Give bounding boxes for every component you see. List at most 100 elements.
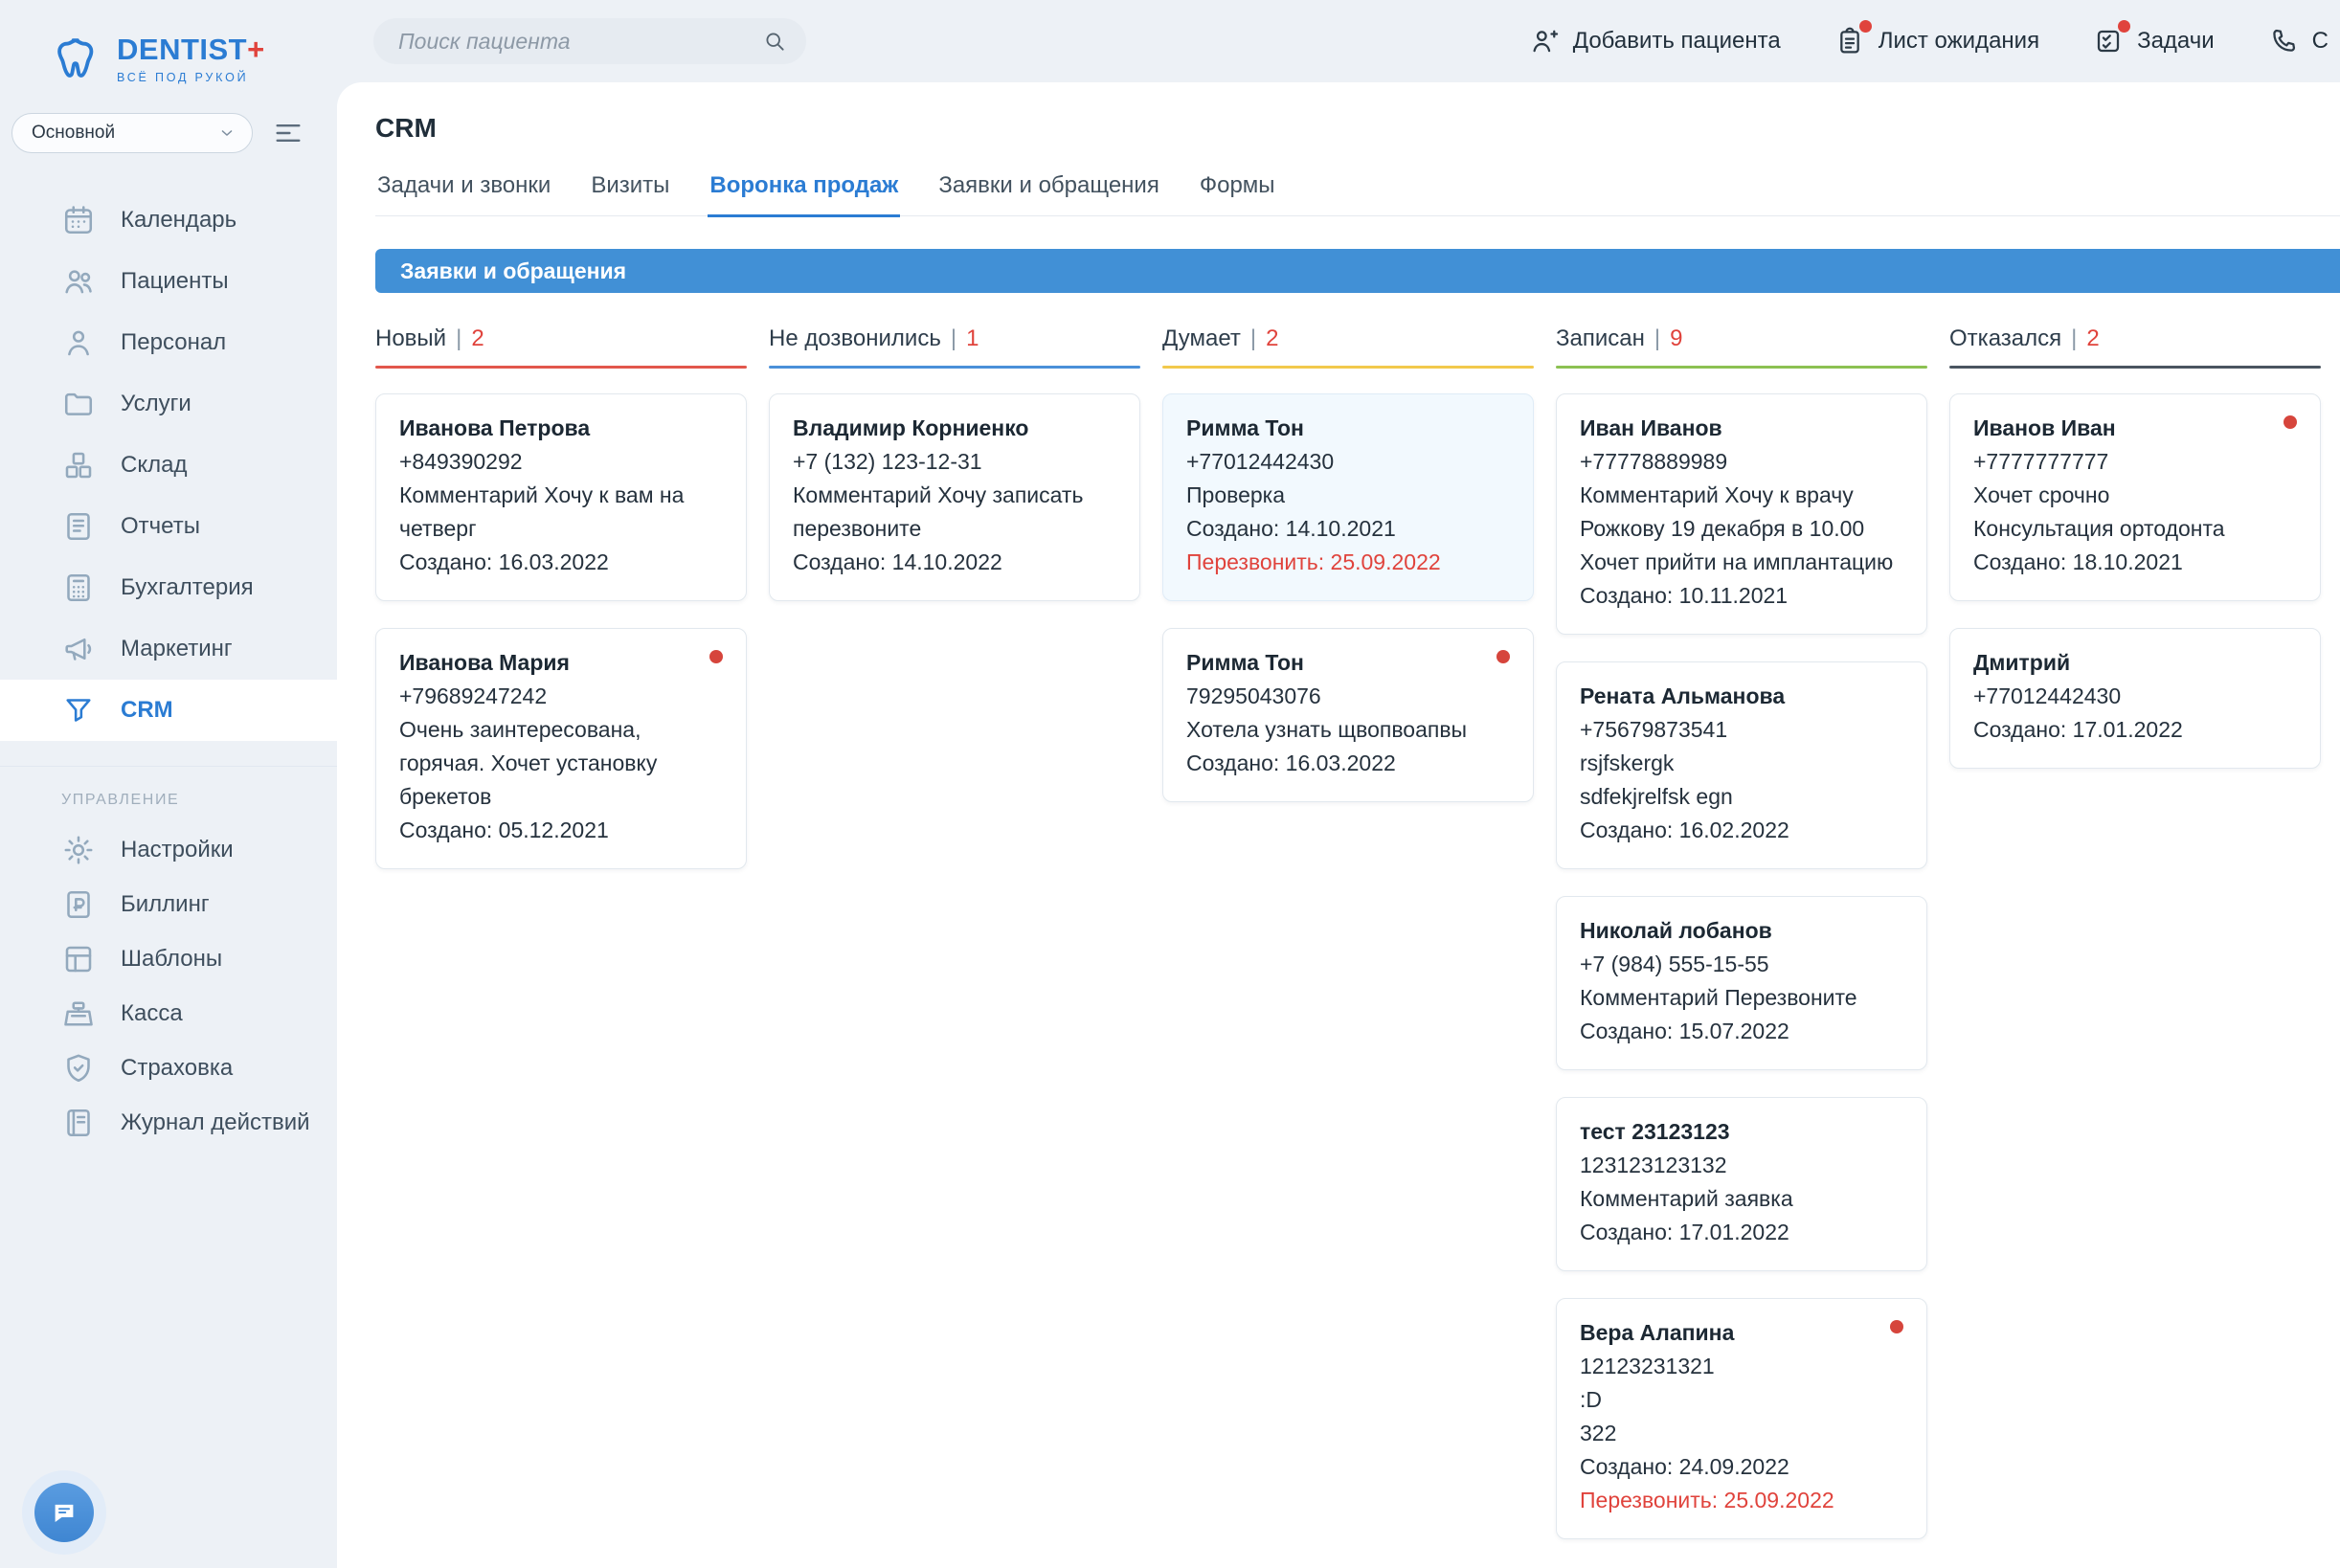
sidebar-collapse-icon[interactable] <box>272 117 304 149</box>
chat-button[interactable] <box>34 1483 94 1542</box>
tabs: Задачи и звонки Визиты Воронка продаж Заявк… <box>375 172 2340 216</box>
sidebar-item-journal[interactable]: Журнал действий <box>0 1095 337 1150</box>
lead-card[interactable]: Иванова Петрова+849390292Комментарий Хоч… <box>375 393 747 601</box>
column-name: Записан <box>1556 325 1645 352</box>
settings-icon <box>61 833 96 867</box>
topbar-action-label: Лист ожидания <box>1879 28 2039 55</box>
sidebar-item-label: Настройки <box>121 837 234 863</box>
sidebar-item-services[interactable]: Услуги <box>0 373 337 435</box>
lead-card[interactable]: Рената Альманова+75679873541rsjfskergksd… <box>1556 661 1927 869</box>
lead-name: Дмитрий <box>1973 646 2297 680</box>
column-header: Записан|9 <box>1556 325 1927 352</box>
lead-card[interactable]: Дмитрий+77012442430Создано: 17.01.2022 <box>1949 628 2321 769</box>
lead-card[interactable]: Римма Тон79295043076Хотела узнать щвопво… <box>1162 628 1534 802</box>
sidebar-item-label: Биллинг <box>121 891 210 918</box>
column-cards: Владимир Корниенко+7 (132) 123-12-31Комм… <box>769 393 1140 601</box>
lead-name: Иванова Мария <box>399 646 723 680</box>
lead-name: Рената Альманова <box>1580 680 1903 713</box>
lead-callback: Перезвонить: 25.09.2022 <box>1580 1484 1903 1517</box>
patient-search <box>373 18 806 64</box>
chevron-down-icon <box>217 123 236 143</box>
lead-line: Создано: 24.09.2022 <box>1580 1450 1903 1484</box>
lead-line: +7 (132) 123-12-31 <box>793 445 1116 479</box>
sidebar-item-label: Журнал действий <box>121 1109 310 1136</box>
board-header: Заявки и обращения <box>375 249 2340 293</box>
search-input[interactable] <box>398 29 762 55</box>
search-icon[interactable] <box>762 29 787 54</box>
sidebar-item-staff[interactable]: Персонал <box>0 312 337 373</box>
sidebar-item-label: Персонал <box>121 329 226 356</box>
column-underline <box>1949 366 2321 369</box>
lead-line: Создано: 16.02.2022 <box>1580 814 1903 847</box>
waiting-list-icon-wrap <box>1834 26 1865 56</box>
page-title: CRM <box>337 82 2340 144</box>
tab-forms[interactable]: Формы <box>1198 172 1277 217</box>
lead-card[interactable]: Владимир Корниенко+7 (132) 123-12-31Комм… <box>769 393 1140 601</box>
kanban-board: Новый|2 Иванова Петрова+849390292Коммента… <box>375 325 2340 1539</box>
branch-select[interactable]: Основной <box>11 113 253 153</box>
lead-card[interactable]: Римма Тон+77012442430ПроверкаСоздано: 14… <box>1162 393 1534 601</box>
sidebar-item-warehouse[interactable]: Склад <box>0 435 337 496</box>
lead-card[interactable]: Иван Иванов+77778889989Комментарий Хочу … <box>1556 393 1927 635</box>
phone-icon <box>2268 26 2299 56</box>
brand-name: DENTIST+ <box>117 33 265 67</box>
sidebar-item-calendar[interactable]: Календарь <box>0 190 337 251</box>
sidebar-item-billing[interactable]: Биллинг <box>0 877 337 931</box>
lead-line: Комментарий Хочу к врачу Рожкову 19 дека… <box>1580 479 1903 546</box>
column-count: 1 <box>966 325 979 352</box>
sidebar-item-reports[interactable]: Отчеты <box>0 496 337 557</box>
notification-dot <box>1859 20 1872 33</box>
sidebar-item-insurance[interactable]: Страховка <box>0 1041 337 1095</box>
column-name: Не дозвонились <box>769 325 941 352</box>
templates-icon <box>61 942 96 976</box>
column-separator: | <box>2071 325 2077 352</box>
sidebar-item-cashbox[interactable]: Касса <box>0 986 337 1041</box>
column-separator: | <box>456 325 461 352</box>
sidebar-item-accounting[interactable]: Бухгалтерия <box>0 557 337 618</box>
sidebar-item-label: Касса <box>121 1000 183 1027</box>
column-cards: Иванова Петрова+849390292Комментарий Хоч… <box>375 393 747 869</box>
sidebar-item-settings[interactable]: Настройки <box>0 822 337 877</box>
lead-line: Создано: 17.01.2022 <box>1973 713 2297 747</box>
topbar-action-add-patient[interactable]: Добавить пациента <box>1529 26 1781 56</box>
sidebar-item-marketing[interactable]: Маркетинг <box>0 618 337 680</box>
tab-requests[interactable]: Заявки и обращения <box>936 172 1161 217</box>
tasks-icon-wrap <box>2093 26 2124 56</box>
topbar-action-waiting-list[interactable]: Лист ожидания <box>1834 26 2039 56</box>
cashbox-icon <box>61 997 96 1031</box>
lead-line: 123123123132 <box>1580 1149 1903 1182</box>
column-name: Отказался <box>1949 325 2061 352</box>
calls-icon-wrap <box>2268 26 2299 56</box>
sidebar-item-crm[interactable]: CRM <box>0 680 337 741</box>
column-separator: | <box>1654 325 1660 352</box>
lead-card[interactable]: Николай лобанов+7 (984) 555-15-55Коммент… <box>1556 896 1927 1070</box>
sidebar-divider <box>0 766 337 767</box>
sidebar-item-label: Пациенты <box>121 268 229 295</box>
lead-name: Римма Тон <box>1186 412 1510 445</box>
tab-funnel[interactable]: Воронка продаж <box>708 172 900 217</box>
calendar-icon <box>61 203 96 237</box>
main-panel: CRM Задачи и звонкиВизитыВоронка продажЗ… <box>337 82 2340 1568</box>
column-underline <box>1556 366 1927 369</box>
lead-line: Создано: 05.12.2021 <box>399 814 723 847</box>
tab-tasks-calls[interactable]: Задачи и звонки <box>375 172 552 217</box>
sidebar-item-templates[interactable]: Шаблоны <box>0 931 337 986</box>
topbar-action-tasks[interactable]: Задачи <box>2093 26 2215 56</box>
column-underline <box>375 366 747 369</box>
lead-line: Проверка <box>1186 479 1510 512</box>
add-patient-icon-wrap <box>1529 26 1560 56</box>
sidebar-section-label: УПРАВЛЕНИЕ <box>0 792 337 809</box>
column-header: Думает|2 <box>1162 325 1534 352</box>
column-cards: Иванов Иван+7777777777Хочет срочноКонсул… <box>1949 393 2321 769</box>
sidebar-item-label: Шаблоны <box>121 946 222 973</box>
lead-card[interactable]: Вера Алапина12123231321:D322Создано: 24.… <box>1556 1298 1927 1539</box>
branch-row: Основной <box>11 113 337 153</box>
column-header: Новый|2 <box>375 325 747 352</box>
column-cards: Римма Тон+77012442430ПроверкаСоздано: 14… <box>1162 393 1534 802</box>
sidebar-item-patients[interactable]: Пациенты <box>0 251 337 312</box>
topbar-action-calls[interactable]: С <box>2268 26 2329 56</box>
tab-visits[interactable]: Визиты <box>589 172 671 217</box>
lead-card[interactable]: Иванова Мария+79689247242Очень заинтерес… <box>375 628 747 869</box>
lead-card[interactable]: Иванов Иван+7777777777Хочет срочноКонсул… <box>1949 393 2321 601</box>
lead-card[interactable]: тест 23123123123123123132Комментарий зая… <box>1556 1097 1927 1271</box>
